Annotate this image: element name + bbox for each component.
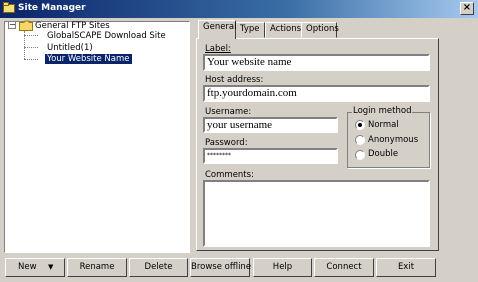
tab-options[interactable]: Options — [301, 22, 339, 38]
site-manager-icon — [3, 2, 15, 13]
tree-item-untitled[interactable]: Untitled(1) — [47, 43, 93, 53]
new-button-label: New — [18, 262, 37, 272]
label-input[interactable]: Your website name — [203, 54, 430, 71]
radio-normal[interactable] — [355, 120, 365, 130]
host-address-input[interactable]: ftp.yourdomain.com — [203, 85, 430, 102]
folder-icon — [19, 20, 33, 31]
label-field-label: Label: — [205, 44, 231, 54]
tree-connector — [24, 35, 38, 36]
login-method-title: Login method — [352, 106, 413, 116]
tree-connector — [24, 59, 38, 60]
dropdown-arrow-icon: ▼ — [48, 263, 54, 271]
rename-button[interactable]: Rename — [67, 258, 127, 277]
radio-anonymous-label[interactable]: Anonymous — [368, 135, 418, 145]
password-field-label: Password: — [205, 138, 248, 148]
new-button[interactable]: New ▼ — [5, 258, 65, 277]
host-field-label: Host address: — [205, 75, 264, 85]
exit-button[interactable]: Exit — [376, 258, 436, 277]
tree-item-globalscape[interactable]: GlobalSCAPE Download Site — [47, 31, 166, 41]
collapse-toggle[interactable]: − — [8, 21, 16, 29]
radio-double[interactable] — [355, 150, 365, 160]
close-button[interactable]: × — [460, 2, 474, 15]
tab-actions[interactable]: Actions — [265, 22, 302, 38]
username-field-label: Username: — [205, 107, 252, 117]
tree-item-your-website[interactable]: Your Website Name — [45, 54, 132, 64]
connect-button[interactable]: Connect — [314, 258, 374, 277]
tree-root-label[interactable]: General FTP Sites — [35, 21, 110, 31]
radio-anonymous[interactable] — [355, 135, 365, 145]
radio-double-label[interactable]: Double — [368, 149, 398, 159]
title-bar[interactable]: Site Manager × — [0, 0, 478, 18]
browse-offline-button[interactable]: Browse offline — [190, 258, 251, 277]
tab-type[interactable]: Type — [235, 22, 265, 38]
password-input[interactable]: ******** — [203, 148, 338, 164]
help-button[interactable]: Help — [253, 258, 312, 277]
window-title: Site Manager — [18, 3, 86, 13]
delete-button[interactable]: Delete — [129, 258, 188, 277]
comments-field-label: Comments: — [205, 170, 254, 180]
tab-general[interactable]: General — [198, 20, 237, 39]
tree-connector — [24, 47, 38, 48]
comments-textarea[interactable] — [203, 180, 430, 247]
radio-normal-label[interactable]: Normal — [368, 120, 399, 130]
username-input[interactable]: your username — [203, 117, 338, 133]
